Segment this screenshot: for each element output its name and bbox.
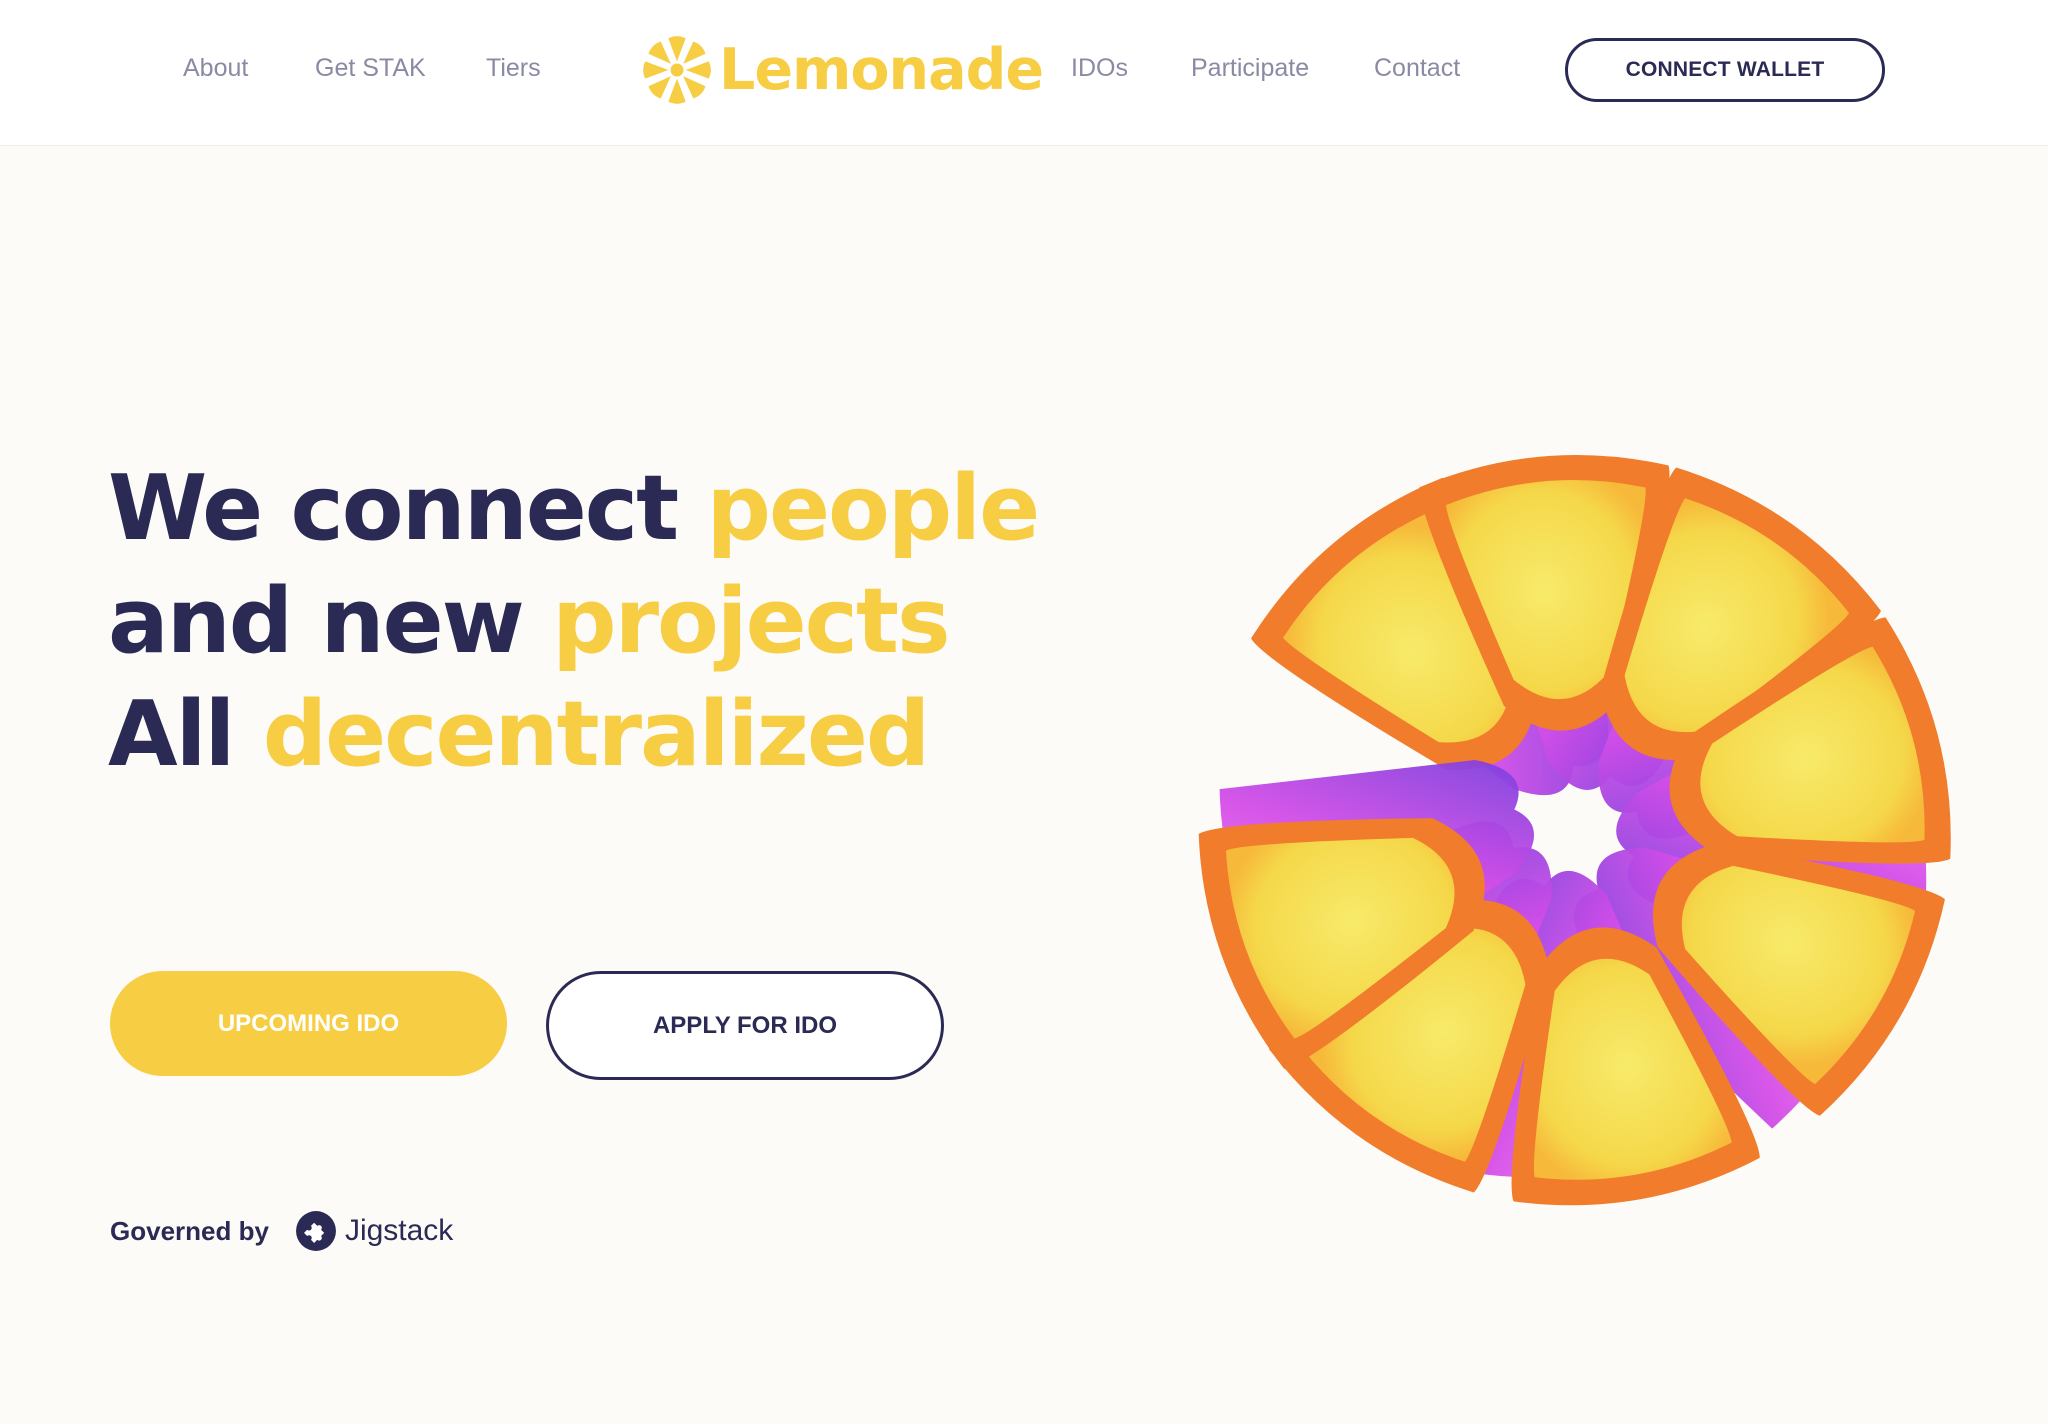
jigstack-text: Jigstack — [344, 1214, 454, 1247]
lemon-slice-wedge — [643, 61, 669, 79]
connect-wallet-button[interactable]: CONNECT WALLET — [1565, 38, 1885, 102]
hero-title-line-1: We connect people — [108, 452, 1068, 565]
governed-by-label: Governed by — [110, 1215, 269, 1246]
hero-title-line-2-accent: projects — [552, 569, 950, 674]
hero-title-line-3: All decentralized — [108, 678, 1068, 791]
hero-title-line-1-dark: We connect — [108, 456, 707, 561]
lemon-slice-wedge — [685, 61, 711, 79]
nav-participate[interactable]: Participate — [1191, 50, 1309, 86]
hero-title: We connect people and new projects All d… — [108, 452, 1068, 791]
apply-for-ido-button[interactable]: APPLY FOR IDO — [546, 971, 944, 1080]
upcoming-ido-button[interactable]: UPCOMING IDO — [110, 971, 507, 1076]
hero-title-line-2: and new projects — [108, 565, 1068, 678]
nav-get-stak[interactable]: Get STAK — [315, 50, 426, 86]
hero-title-line-3-dark: All — [108, 682, 263, 787]
lemon-slice-wedge — [668, 36, 686, 62]
nav-about[interactable]: About — [183, 50, 248, 86]
hero-title-line-1-accent: people — [706, 456, 1041, 561]
lemonade-logo[interactable]: Lemonade — [641, 30, 1044, 110]
hero-title-line-3-accent: decentralized — [262, 682, 931, 787]
governed-by: Governed by Jigstack — [110, 1208, 453, 1254]
nav-tiers[interactable]: Tiers — [486, 50, 541, 86]
hero-title-line-2-dark: and new — [108, 569, 553, 674]
nav-idos[interactable]: IDOs — [1071, 50, 1128, 86]
lemon-illustration — [1198, 454, 1951, 1206]
logo-text: Lemonade — [719, 36, 1044, 103]
lemon-slice-wedge — [668, 78, 686, 104]
site-header: About Get STAK Tiers Lemonade IDOs Parti… — [0, 0, 2048, 146]
jigstack-logo[interactable]: Jigstack — [295, 1210, 453, 1252]
jigsaw-icon — [295, 1211, 336, 1251]
nav-contact[interactable]: Contact — [1374, 50, 1460, 86]
lemon-slice-icon — [643, 36, 711, 104]
